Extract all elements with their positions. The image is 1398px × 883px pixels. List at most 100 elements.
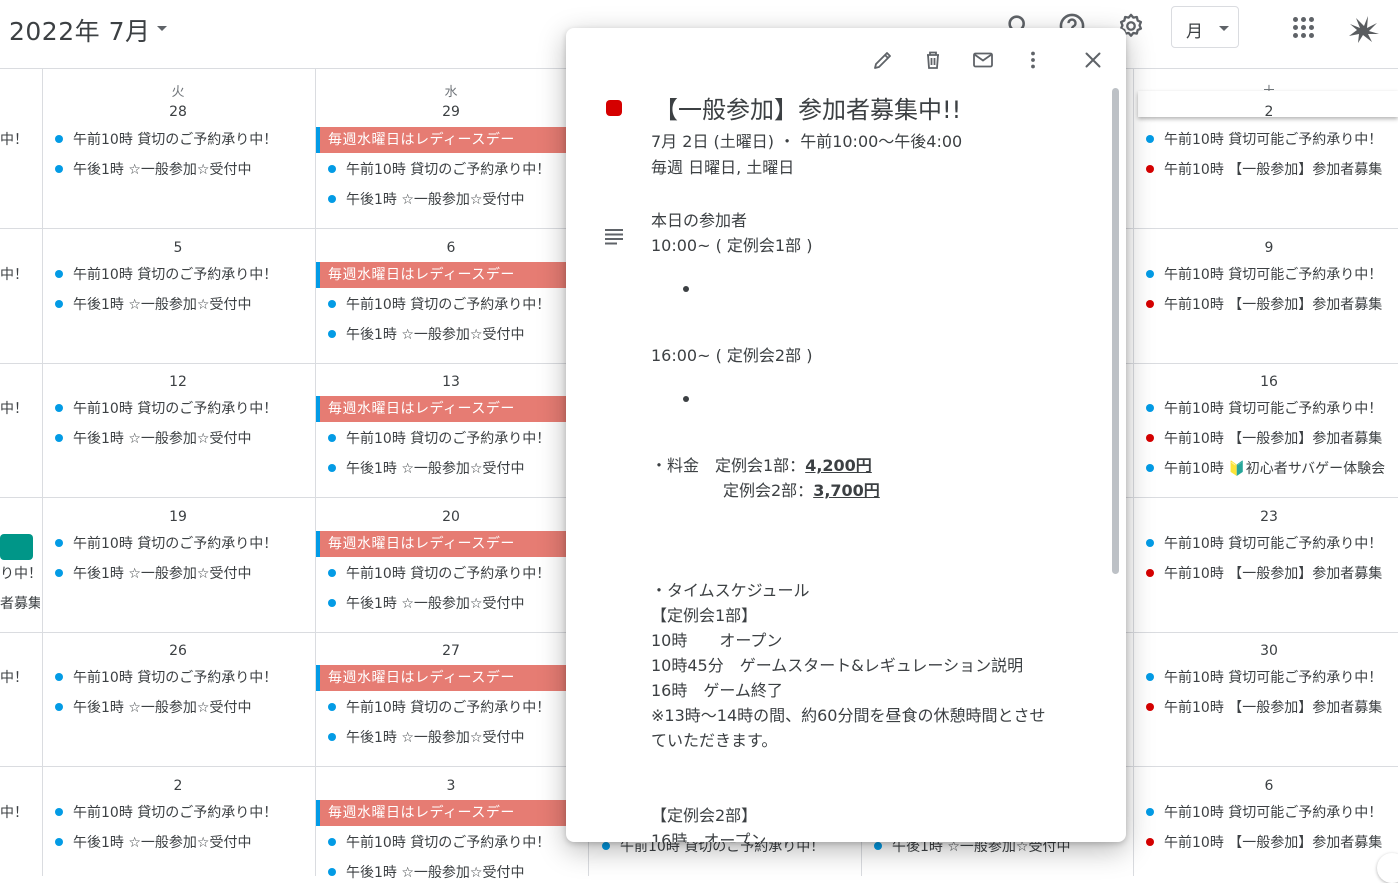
edit-icon[interactable]	[871, 48, 895, 72]
date-number[interactable]: 20	[431, 509, 471, 525]
event-chip[interactable]: 午前10時 貸切のご予約承り中！	[55, 534, 310, 554]
event-chip[interactable]: 午後1時 ☆一般参加☆受付中	[55, 429, 310, 449]
event-chip[interactable]: 午前10時 貸切のご予約承り中！	[328, 698, 566, 718]
event-chip[interactable]: 午前10時 貸切可能ご予約承り中！	[1146, 130, 1398, 150]
event-title: 午前10時 貸切のご予約承り中！	[346, 700, 551, 716]
event-chip[interactable]: 午前10時 貸切のご予約承り中！	[328, 429, 566, 449]
date-number[interactable]: 28	[158, 104, 198, 120]
date-number[interactable]: 29	[431, 104, 471, 120]
date-number[interactable]: 5	[158, 240, 198, 256]
event-title-fragment[interactable]: 中！	[0, 803, 40, 823]
view-selector[interactable]: 月	[1171, 6, 1239, 48]
event-title: 午後1時 ☆一般参加☆受付中	[346, 461, 525, 477]
event-chip[interactable]: 午前10時 🔰初心者サバゲー体験会	[1146, 459, 1398, 479]
desc-part2-time: 16:00~ ( 定例会2部 )	[651, 346, 813, 365]
event-dot	[55, 404, 63, 412]
event-chip[interactable]: 午前10時 貸切のご予約承り中！	[55, 803, 310, 823]
popup-scrollbar-thumb[interactable]	[1112, 88, 1119, 574]
date-number[interactable]: 19	[158, 509, 198, 525]
event-chip[interactable]: 午後1時 ☆一般参加☆受付中	[55, 833, 310, 853]
fee-part1-link[interactable]: 4,200円	[805, 456, 872, 475]
event-dot	[55, 673, 63, 681]
event-chip[interactable]: 午前10時 【一般参加】参加者募集	[1146, 698, 1398, 718]
event-chip-ladies-day[interactable]: 毎週水曜日はレディースデー	[316, 665, 566, 691]
date-number[interactable]: 30	[1249, 643, 1289, 659]
delete-icon[interactable]	[921, 48, 945, 72]
event-chip[interactable]: 午後1時 ☆一般参加☆受付中	[328, 325, 566, 345]
date-number[interactable]: 9	[1249, 240, 1289, 256]
event-title-fragment[interactable]: り中！	[0, 564, 40, 584]
event-title-fragment[interactable]: 者募集	[0, 594, 40, 614]
event-chip-ladies-day[interactable]: 毎週水曜日はレディースデー	[316, 531, 566, 557]
event-title-fragment[interactable]: 中！	[0, 668, 40, 688]
event-chip-ladies-day[interactable]: 毎週水曜日はレディースデー	[316, 127, 566, 153]
event-dot	[328, 195, 336, 203]
event-chip[interactable]: 午前10時 貸切可能ご予約承り中！	[1146, 534, 1398, 554]
date-number[interactable]: 6	[431, 240, 471, 256]
desc-fee-line2: 定例会2部：3,700円	[723, 478, 880, 503]
event-dot	[1146, 300, 1154, 308]
event-title-fragment[interactable]: 中！	[0, 130, 40, 150]
date-number[interactable]: 2	[1249, 104, 1289, 120]
event-chip[interactable]: 午前10時 【一般参加】参加者募集	[1146, 295, 1398, 315]
event-dot	[328, 838, 336, 846]
event-title: 午前10時 貸切可能ご予約承り中！	[1164, 401, 1383, 417]
event-title: 午前10時 貸切のご予約承り中！	[73, 132, 278, 148]
event-chip[interactable]: 午前10時 貸切可能ご予約承り中！	[1146, 265, 1398, 285]
event-chip[interactable]: 午前10時 【一般参加】参加者募集	[1146, 160, 1398, 180]
event-chip[interactable]: 午前10時 貸切のご予約承り中！	[55, 130, 310, 150]
event-title: 午前10時 貸切のご予約承り中！	[73, 670, 278, 686]
event-chip[interactable]: 午前10時 【一般参加】参加者募集	[1146, 833, 1398, 853]
date-number[interactable]: 3	[431, 778, 471, 794]
event-chip[interactable]: 午後1時 ☆一般参加☆受付中	[328, 728, 566, 748]
event-title-fragment[interactable]: 中！	[0, 265, 40, 285]
event-chip[interactable]: 午前10時 貸切のご予約承り中！	[328, 160, 566, 180]
event-chip[interactable]: 午後1時 ☆一般参加☆受付中	[55, 698, 310, 718]
event-chip[interactable]: 午前10時 貸切可能ご予約承り中！	[1146, 399, 1398, 419]
month-title[interactable]: 2022年 7月	[9, 12, 150, 48]
event-chip-ladies-day[interactable]: 毎週水曜日はレディースデー	[316, 396, 566, 422]
date-number[interactable]: 23	[1249, 509, 1289, 525]
event-chip[interactable]: 午前10時 貸切のご予約承り中！	[55, 668, 310, 688]
event-chip[interactable]: 午前10時 貸切可能ご予約承り中！	[1146, 668, 1398, 688]
date-number[interactable]: 27	[431, 643, 471, 659]
event-chip[interactable]: 午後1時 ☆一般参加☆受付中	[328, 459, 566, 479]
email-icon[interactable]	[971, 48, 995, 72]
event-chip[interactable]: 午前10時 貸切のご予約承り中！	[328, 833, 566, 853]
date-number[interactable]: 16	[1249, 374, 1289, 390]
close-icon[interactable]	[1081, 48, 1105, 72]
event-datetime: 7月 2日 (土曜日) ・ 午前10:00～午後4:00	[651, 132, 963, 151]
event-chip[interactable]: 午後1時 ☆一般参加☆受付中	[328, 594, 566, 614]
date-number[interactable]: 12	[158, 374, 198, 390]
side-panel-toggle-button[interactable]	[1377, 853, 1398, 883]
event-chip[interactable]	[0, 534, 33, 560]
event-chip[interactable]: 午後1時 ☆一般参加☆受付中	[55, 564, 310, 584]
event-chip-ladies-day[interactable]: 毎週水曜日はレディースデー	[316, 800, 566, 826]
event-chip[interactable]: 午後1時 ☆一般参加☆受付中	[328, 190, 566, 210]
month-dropdown-caret-icon[interactable]	[157, 26, 167, 31]
date-number[interactable]: 26	[158, 643, 198, 659]
event-chip[interactable]: 午前10時 貸切のご予約承り中！	[55, 265, 310, 285]
event-chip[interactable]: 午前10時 貸切のご予約承り中！	[328, 564, 566, 584]
fee-part2-link[interactable]: 3,700円	[813, 481, 880, 500]
event-chip[interactable]: 午前10時 貸切のご予約承り中！	[328, 295, 566, 315]
date-number[interactable]: 2	[158, 778, 198, 794]
event-chip[interactable]: 午前10時 貸切可能ご予約承り中！	[1146, 803, 1398, 823]
more-icon[interactable]	[1021, 48, 1045, 72]
date-number[interactable]: 6	[1249, 778, 1289, 794]
date-number[interactable]: 13	[431, 374, 471, 390]
event-dot	[328, 733, 336, 741]
event-chip[interactable]: 午後1時 ☆一般参加☆受付中	[55, 295, 310, 315]
event-chip[interactable]: 午後1時 ☆一般参加☆受付中	[328, 863, 566, 883]
event-chip[interactable]: 午前10時 貸切のご予約承り中！	[55, 399, 310, 419]
event-dot	[55, 569, 63, 577]
apps-icon[interactable]	[1293, 17, 1315, 39]
avatar[interactable]	[1346, 14, 1380, 44]
event-title: 午前10時 貸切可能ご予約承り中！	[1164, 536, 1383, 552]
event-title-fragment[interactable]: 中！	[0, 399, 40, 419]
event-dot	[1146, 434, 1154, 442]
event-chip-ladies-day[interactable]: 毎週水曜日はレディースデー	[316, 262, 566, 288]
event-chip[interactable]: 午後1時 ☆一般参加☆受付中	[55, 160, 310, 180]
event-chip[interactable]: 午前10時 【一般参加】参加者募集	[1146, 429, 1398, 449]
event-chip[interactable]: 午前10時 【一般参加】参加者募集	[1146, 564, 1398, 584]
